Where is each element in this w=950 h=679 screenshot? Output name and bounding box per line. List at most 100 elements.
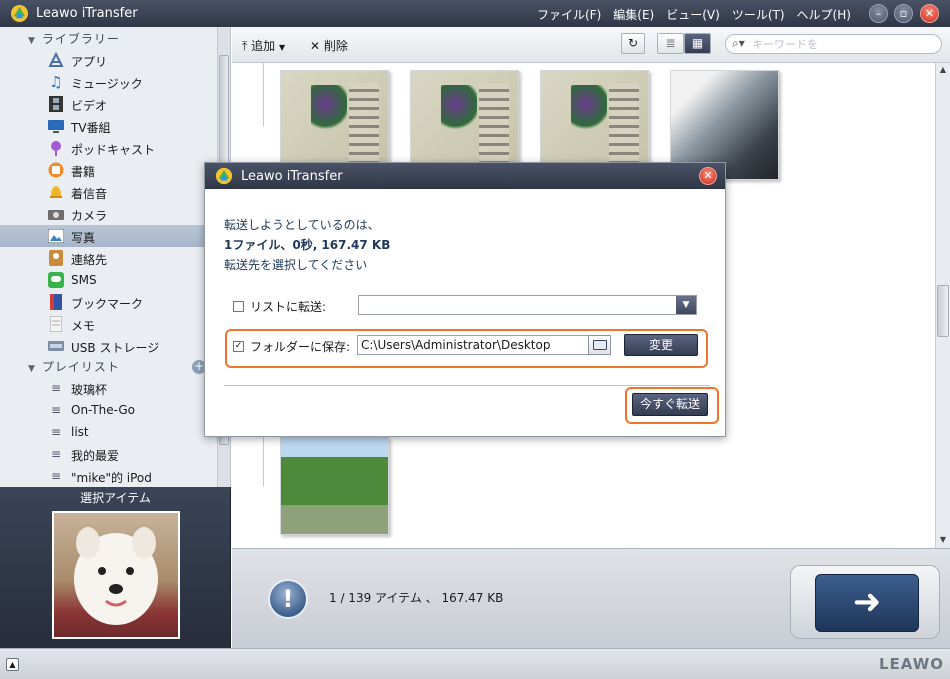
selected-item-title: 選択アイテム [80, 491, 151, 505]
sidebar-item-contacts[interactable]: 連絡先 [0, 247, 218, 269]
selection-summary: 1 / 139 アイテム 、 167.47 KB [329, 591, 504, 605]
arrow-right-icon: ➜ [852, 582, 882, 622]
folder-save-checkbox[interactable]: ✓ [233, 341, 244, 352]
transfer-frame: ➜ [790, 565, 940, 639]
sidebar: ▼ ライブラリー アプリ ♫ ミュージック ビデオ TV番組 ポッドキャスト 書籍… [0, 27, 231, 487]
minimize-icon[interactable]: – [869, 4, 888, 23]
browse-folder-button[interactable] [588, 335, 611, 355]
usb-icon [48, 338, 64, 354]
search-icon: ⌕▾ [732, 36, 745, 50]
list-view-icon: ≣ [665, 36, 676, 50]
camera-icon [48, 206, 64, 222]
list-view-button[interactable]: ≣ [657, 33, 684, 54]
sidebar-item-tv[interactable]: TV番組 [0, 115, 218, 137]
sidebar-playlist-item[interactable]: ≡ On-The-Go [0, 399, 218, 421]
dialog-title-bar: Leawo iTransfer ✕ [205, 163, 725, 189]
list-transfer-label: リストに転送: [250, 300, 327, 314]
playlist-icon: ≡ [50, 403, 62, 417]
sidebar-item-bookmarks[interactable]: ブックマーク [0, 291, 218, 313]
photo-thumbnail[interactable] [280, 437, 389, 535]
menu-edit[interactable]: 編集(E) [613, 6, 654, 23]
tv-icon [48, 118, 64, 134]
grid-view-button[interactable]: ▦ [684, 33, 711, 54]
book-icon [48, 162, 64, 178]
sidebar-playlist-item[interactable]: ≡ 玻璃杯 [0, 377, 218, 399]
sidebar-item-usb[interactable]: USB ストレージ [0, 335, 218, 357]
playlist-icon: ≡ [50, 425, 62, 439]
toggle-panel-icon[interactable]: ▲ [6, 658, 19, 671]
menu-view[interactable]: ビュー(V) [666, 6, 720, 23]
app-logo-icon [215, 167, 233, 185]
sidebar-item-sms[interactable]: SMS [0, 269, 218, 291]
status-bar: ▲ LEAWO [0, 648, 950, 679]
sidebar-item-photos[interactable]: 写真 [0, 225, 218, 247]
dialog-divider [224, 385, 710, 386]
folder-path-field[interactable]: C:\Users\Administrator\Desktop [357, 335, 590, 355]
apps-icon [48, 52, 64, 68]
sidebar-item-ringtones[interactable]: 着信音 [0, 181, 218, 203]
import-icon: ⤒ [242, 39, 248, 53]
tree-connector [263, 63, 264, 127]
transfer-button[interactable]: ➜ [815, 574, 919, 632]
contacts-icon [48, 250, 64, 266]
dialog-message-prompt: 転送先を選択してください [224, 258, 368, 272]
maximize-icon[interactable]: ▫ [894, 4, 913, 23]
sms-icon [48, 272, 64, 288]
brand-logo: LEAWO [878, 655, 944, 673]
dialog-body: 転送しようとしているのは、 1ファイル、0秒, 167.47 KB 転送先を選択… [205, 189, 725, 436]
folder-save-label: フォルダーに保存: [250, 340, 351, 354]
menu-tools[interactable]: ツール(T) [732, 6, 785, 23]
scroll-down-icon[interactable]: ▼ [936, 533, 950, 547]
selected-item-panel: 選択アイテム [0, 487, 231, 648]
dropdown-arrow-icon[interactable]: ▼ [279, 43, 285, 52]
search-box[interactable]: ⌕▾ [725, 34, 942, 54]
bookmark-icon [48, 294, 64, 310]
list-transfer-checkbox[interactable] [233, 301, 244, 312]
refresh-button[interactable]: ↻ [621, 33, 645, 54]
app-logo-icon [10, 4, 29, 23]
selected-item-preview [52, 511, 180, 639]
sidebar-item-camera[interactable]: カメラ [0, 203, 218, 225]
sidebar-item-notes[interactable]: メモ [0, 313, 218, 335]
menu-help[interactable]: ヘルプ(H) [797, 6, 851, 23]
collapse-arrow-icon[interactable]: ▼ [28, 364, 36, 374]
delete-button[interactable]: ✕ 削除 [310, 37, 348, 54]
sidebar-item-podcast[interactable]: ポッドキャスト [0, 137, 218, 159]
playlist-dropdown[interactable]: ▼ [358, 295, 697, 315]
music-note-icon: ♫ [49, 73, 63, 91]
menu-file[interactable]: ファイル(F) [537, 6, 601, 23]
dialog-close-icon[interactable]: ✕ [699, 167, 717, 185]
collapse-arrow-icon[interactable]: ▼ [28, 36, 36, 46]
podcast-icon [48, 140, 64, 156]
tree-connector [263, 437, 264, 487]
add-button[interactable]: ⤒ 追加 ▼ [242, 37, 285, 54]
sidebar-playlist-item[interactable]: ≡ list [0, 421, 218, 443]
playlist-section[interactable]: ▼ プレイリスト [28, 358, 120, 375]
folder-icon [593, 340, 607, 350]
info-exclamation-icon: ! [268, 579, 308, 619]
sidebar-item-books[interactable]: 書籍 [0, 159, 218, 181]
dialog-message-summary: 1ファイル、0秒, 167.47 KB [224, 238, 391, 252]
refresh-icon: ↻ [627, 36, 639, 50]
toolbar: ⤒ 追加 ▼ ✕ 削除 ↻ ≣ ▦ ⌕▾ [232, 27, 950, 63]
sidebar-playlist-item[interactable]: ≡ "mike"的 iPod [0, 465, 218, 487]
dog-photo [74, 527, 158, 625]
scrollbar-thumb[interactable] [937, 285, 949, 337]
library-section[interactable]: ▼ ライブラリー [28, 30, 120, 47]
playlist-icon: ≡ [50, 469, 62, 483]
bell-icon [48, 184, 64, 200]
scroll-up-icon[interactable]: ▲ [936, 63, 950, 77]
close-icon[interactable]: ✕ [920, 4, 939, 23]
grid-view-icon: ▦ [691, 36, 704, 50]
app-title: Leawo iTransfer [36, 6, 138, 21]
sidebar-item-video[interactable]: ビデオ [0, 93, 218, 115]
sidebar-item-apps[interactable]: アプリ [0, 49, 218, 71]
chevron-down-icon[interactable]: ▼ [676, 296, 696, 314]
transfer-dialog: Leawo iTransfer ✕ 転送しようとしているのは、 1ファイル、0秒… [204, 162, 726, 437]
sidebar-playlist-item[interactable]: ≡ 我的最爱 [0, 443, 218, 465]
content-scrollbar[interactable]: ▲ ▼ [935, 63, 950, 548]
search-input[interactable] [752, 37, 932, 52]
transfer-now-button[interactable]: 今すぐ転送 [632, 393, 708, 416]
change-button[interactable]: 変更 [624, 334, 698, 356]
sidebar-item-music[interactable]: ♫ ミュージック [0, 71, 218, 93]
